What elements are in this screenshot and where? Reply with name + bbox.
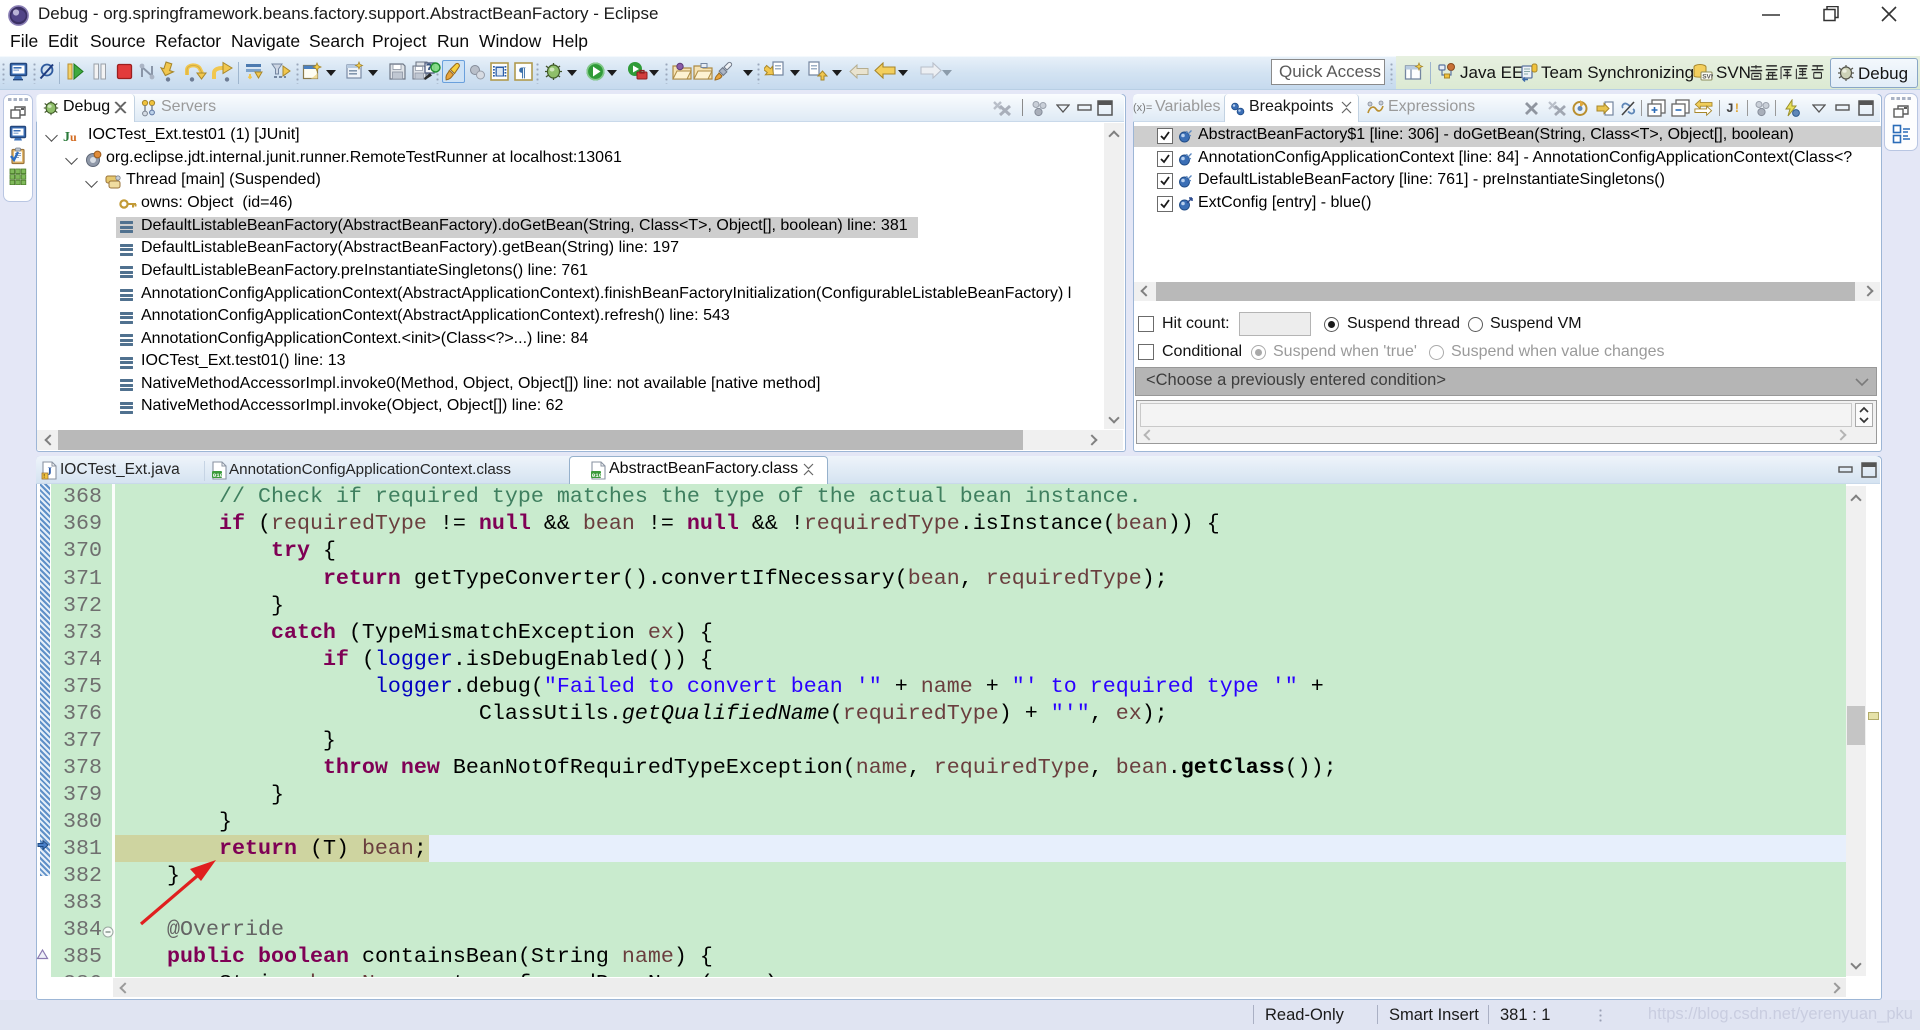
svg-text:!: ! bbox=[1733, 101, 1741, 116]
svg-text:SVN: SVN bbox=[1702, 74, 1713, 81]
svg-text:010: 010 bbox=[592, 472, 603, 479]
svg-text:J: J bbox=[63, 130, 70, 145]
svg-text:!: ! bbox=[43, 474, 45, 480]
svg-text:¶: ¶ bbox=[519, 66, 527, 81]
svg-text:(x)=: (x)= bbox=[1133, 102, 1152, 114]
svg-text:010: 010 bbox=[213, 472, 224, 479]
svg-text:u: u bbox=[70, 130, 77, 144]
